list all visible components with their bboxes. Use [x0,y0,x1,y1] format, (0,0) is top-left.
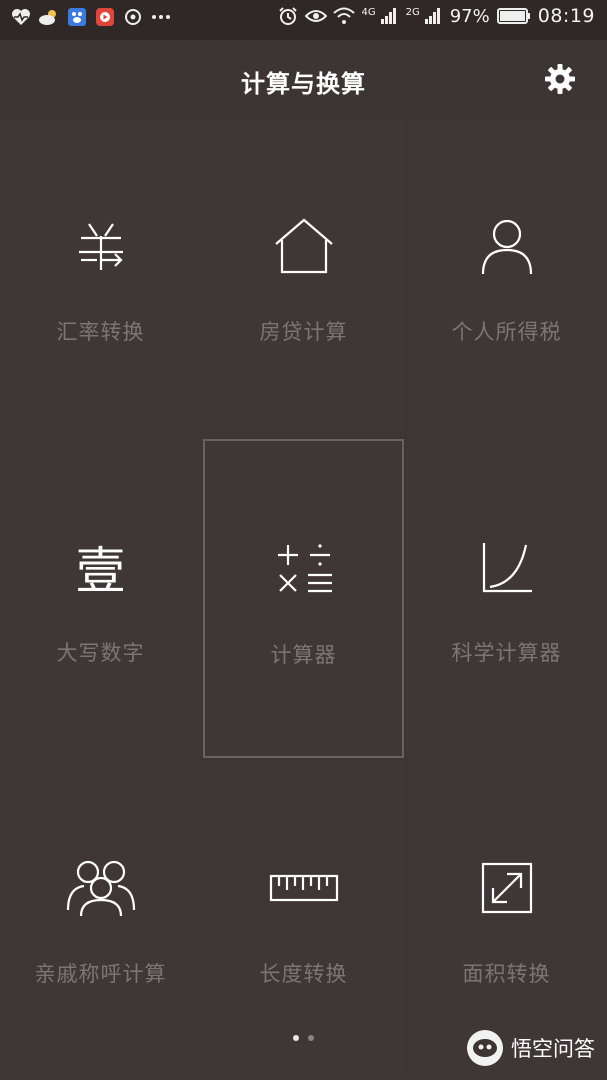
person-icon [471,210,543,282]
settings-button[interactable] [543,62,577,96]
app-screen: 4G 2G 97% 08:19 计算与换算 汇率转换 房贷计算 个人所得税 壹 … [0,0,607,1080]
signal-icon-2 [422,5,444,27]
tool-label: 计算器 [270,643,337,667]
tool-label: 汇率转换 [56,320,145,344]
tool-label: 亲戚称呼计算 [34,962,167,986]
network-4g-label: 4G [361,6,376,18]
status-bar: 4G 2G 97% 08:19 [0,0,607,40]
video-icon [94,6,116,28]
wifi-icon [333,5,356,27]
eye-icon [305,5,328,27]
ruler-icon [268,852,340,924]
calculator-icon [268,533,340,605]
page-dot-2[interactable] [308,1035,314,1041]
health-icon [10,6,32,28]
house-icon [268,210,340,282]
notification-icons [10,6,172,28]
tool-relatives-title[interactable]: 亲戚称呼计算 [0,760,201,1079]
tool-length-conversion[interactable]: 长度转换 [203,760,404,1079]
battery-icon [496,5,532,27]
signal-icon [378,5,400,27]
baidu-icon [66,6,88,28]
tool-exchange-rate[interactable]: 汇率转换 [0,118,201,437]
family-icon [65,852,137,924]
wukong-logo-icon [467,1030,503,1066]
tool-grid: 汇率转换 房贷计算 个人所得税 壹 大写数字 计算器 科学计算器 亲戚称呼计算 … [0,118,607,1080]
tool-chinese-numerals[interactable]: 壹 大写数字 [0,439,201,758]
tool-income-tax[interactable]: 个人所得税 [406,118,607,437]
watermark: 悟空问答 [467,1030,595,1066]
weather-icon [38,6,60,28]
tool-label: 长度转换 [259,962,348,986]
page-dot-1[interactable] [293,1035,299,1041]
tool-mortgage[interactable]: 房贷计算 [203,118,404,437]
currency-icon [65,210,137,282]
tool-label: 房贷计算 [259,320,348,344]
watermark-text: 悟空问答 [511,1037,595,1061]
curve-graph-icon [471,531,543,603]
system-status: 4G 2G 97% 08:19 [277,5,595,27]
tool-label: 个人所得税 [451,320,562,344]
gear-icon [545,64,575,94]
tool-label: 科学计算器 [451,641,562,665]
app-header: 计算与换算 [0,40,607,118]
alarm-icon [277,5,299,27]
network-2g-label: 2G [405,6,420,18]
chinese-numeral-icon: 壹 [65,531,137,603]
resize-icon [471,852,543,924]
tool-calculator[interactable]: 计算器 [203,439,404,758]
netease-icon [122,6,144,28]
numeral-glyph: 壹 [75,542,126,600]
tool-label: 大写数字 [56,641,145,665]
more-icon [150,6,172,28]
tool-scientific-calculator[interactable]: 科学计算器 [406,439,607,758]
clock: 08:19 [537,5,595,27]
page-title: 计算与换算 [241,70,366,98]
battery-percent: 97% [449,5,490,27]
tool-label: 面积转换 [462,962,551,986]
